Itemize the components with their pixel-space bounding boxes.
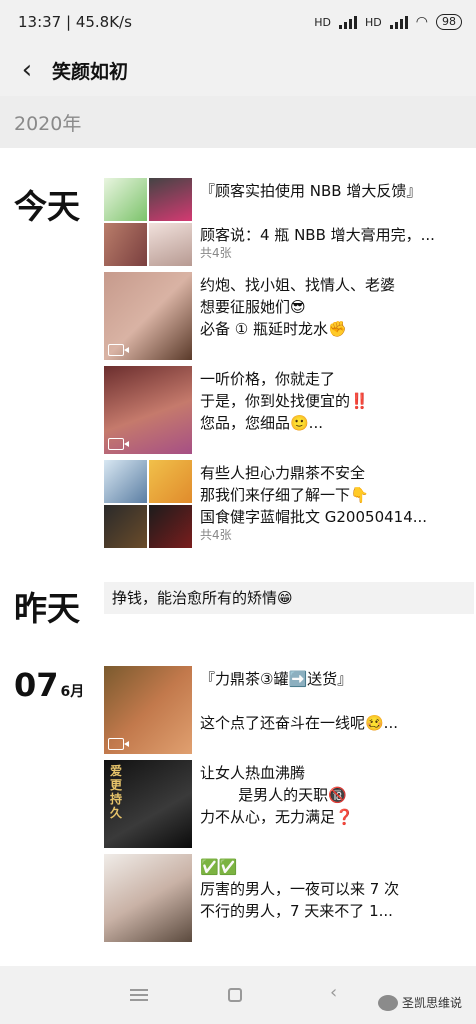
- post-thumbnail[interactable]: [104, 460, 192, 548]
- date-month: 6月: [60, 684, 85, 700]
- year-header: 2020年: [0, 96, 476, 148]
- status-icons: HD HD ◠ 98: [314, 14, 462, 30]
- date-yesterday: 昨天: [14, 589, 80, 628]
- post-entry[interactable]: 爱 更 持 久 让女人热血沸腾 是男人的天职🔞 力不从心，无力满足❓: [104, 760, 464, 848]
- video-icon: [108, 738, 129, 750]
- hd-label-2: HD: [365, 15, 382, 29]
- thumbnail-caption: 爱 更 持 久: [110, 764, 123, 820]
- post-entry[interactable]: 约炮、找小姐、找情人、老婆 想要征服她们😎 必备 ① 瓶延时龙水✊: [104, 272, 464, 360]
- menu-icon[interactable]: [130, 986, 148, 1004]
- image-count: 共4张: [200, 246, 232, 260]
- signal-icon: [339, 15, 358, 29]
- post-text: 一听价格，你就走了 于是，你到处找便宜的‼️ 您品，您细品🙂...: [200, 370, 369, 432]
- image-count: 共4张: [200, 528, 232, 542]
- post-thumbnail[interactable]: 爱 更 持 久: [104, 760, 192, 848]
- post-text: ✅✅ 厉害的男人，一夜可以来 7 次 不行的男人，7 天来不了 1...: [200, 858, 400, 920]
- text-post[interactable]: 挣钱，能治愈所有的矫情😁: [104, 582, 474, 614]
- status-bar: 13:37 | 45.8K/s HD HD ◠ 98: [0, 0, 476, 44]
- date-day: 07: [14, 666, 59, 704]
- year-label: 2020年: [14, 112, 82, 135]
- post-text: 『顾客实拍使用 NBB 增大反馈』 顾客说：4 瓶 NBB 增大膏用完，...: [200, 182, 435, 244]
- post-thumbnail[interactable]: [104, 178, 192, 266]
- moments-feed[interactable]: 今天 『顾客实拍使用 NBB 增大反馈』 顾客说：4 瓶 NBB 增大膏用完，.…: [0, 148, 476, 966]
- system-nav-bar: ‹ 圣凯思维说: [0, 966, 476, 1024]
- video-thumbnail[interactable]: [104, 366, 192, 454]
- video-thumbnail[interactable]: [104, 272, 192, 360]
- video-icon: [108, 344, 129, 356]
- watermark: 圣凯思维说: [377, 994, 462, 1011]
- date-today: 今天: [14, 187, 80, 226]
- wechat-icon: [377, 994, 398, 1011]
- status-time: 13:37 | 45.8K/s: [18, 13, 132, 31]
- video-icon: [108, 438, 129, 450]
- post-entry[interactable]: 一听价格，你就走了 于是，你到处找便宜的‼️ 您品，您细品🙂...: [104, 366, 464, 454]
- post-text: 让女人热血沸腾 是男人的天职🔞 力不从心，无力满足❓: [200, 764, 354, 826]
- watermark-text: 圣凯思维说: [401, 996, 462, 1010]
- battery-icon: 98: [436, 14, 462, 30]
- back-icon[interactable]: ‹: [330, 982, 348, 1003]
- home-icon[interactable]: [228, 988, 242, 1002]
- hd-label-1: HD: [314, 15, 332, 29]
- post-entry[interactable]: 『力鼎茶③罐➡️送货』 这个点了还奋斗在一线呢🥴...: [104, 666, 464, 754]
- page-title: 笑颜如初: [52, 60, 129, 83]
- wifi-icon: ◠: [415, 14, 428, 30]
- post-text: 『力鼎茶③罐➡️送货』 这个点了还奋斗在一线呢🥴...: [200, 670, 398, 732]
- post-text: 有些人担心力鼎茶不安全 那我们来仔细了解一下👇 国食健字蓝帽批文 G200504…: [200, 464, 428, 526]
- video-thumbnail[interactable]: [104, 666, 192, 754]
- signal-icon-2: [389, 15, 408, 29]
- post-thumbnail[interactable]: [104, 854, 192, 942]
- back-arrow-icon[interactable]: ‹: [14, 55, 40, 85]
- date-july-6: 07 6月: [14, 666, 84, 704]
- post-entry[interactable]: ✅✅ 厉害的男人，一夜可以来 7 次 不行的男人，7 天来不了 1...: [104, 854, 464, 942]
- post-entry[interactable]: 有些人担心力鼎茶不安全 那我们来仔细了解一下👇 国食健字蓝帽批文 G200504…: [104, 460, 464, 548]
- post-text: 约炮、找小姐、找情人、老婆 想要征服她们😎 必备 ① 瓶延时龙水✊: [200, 276, 396, 338]
- post-entry[interactable]: 『顾客实拍使用 NBB 增大反馈』 顾客说：4 瓶 NBB 增大膏用完，... …: [104, 178, 464, 266]
- title-bar: ‹ 笑颜如初: [0, 44, 476, 96]
